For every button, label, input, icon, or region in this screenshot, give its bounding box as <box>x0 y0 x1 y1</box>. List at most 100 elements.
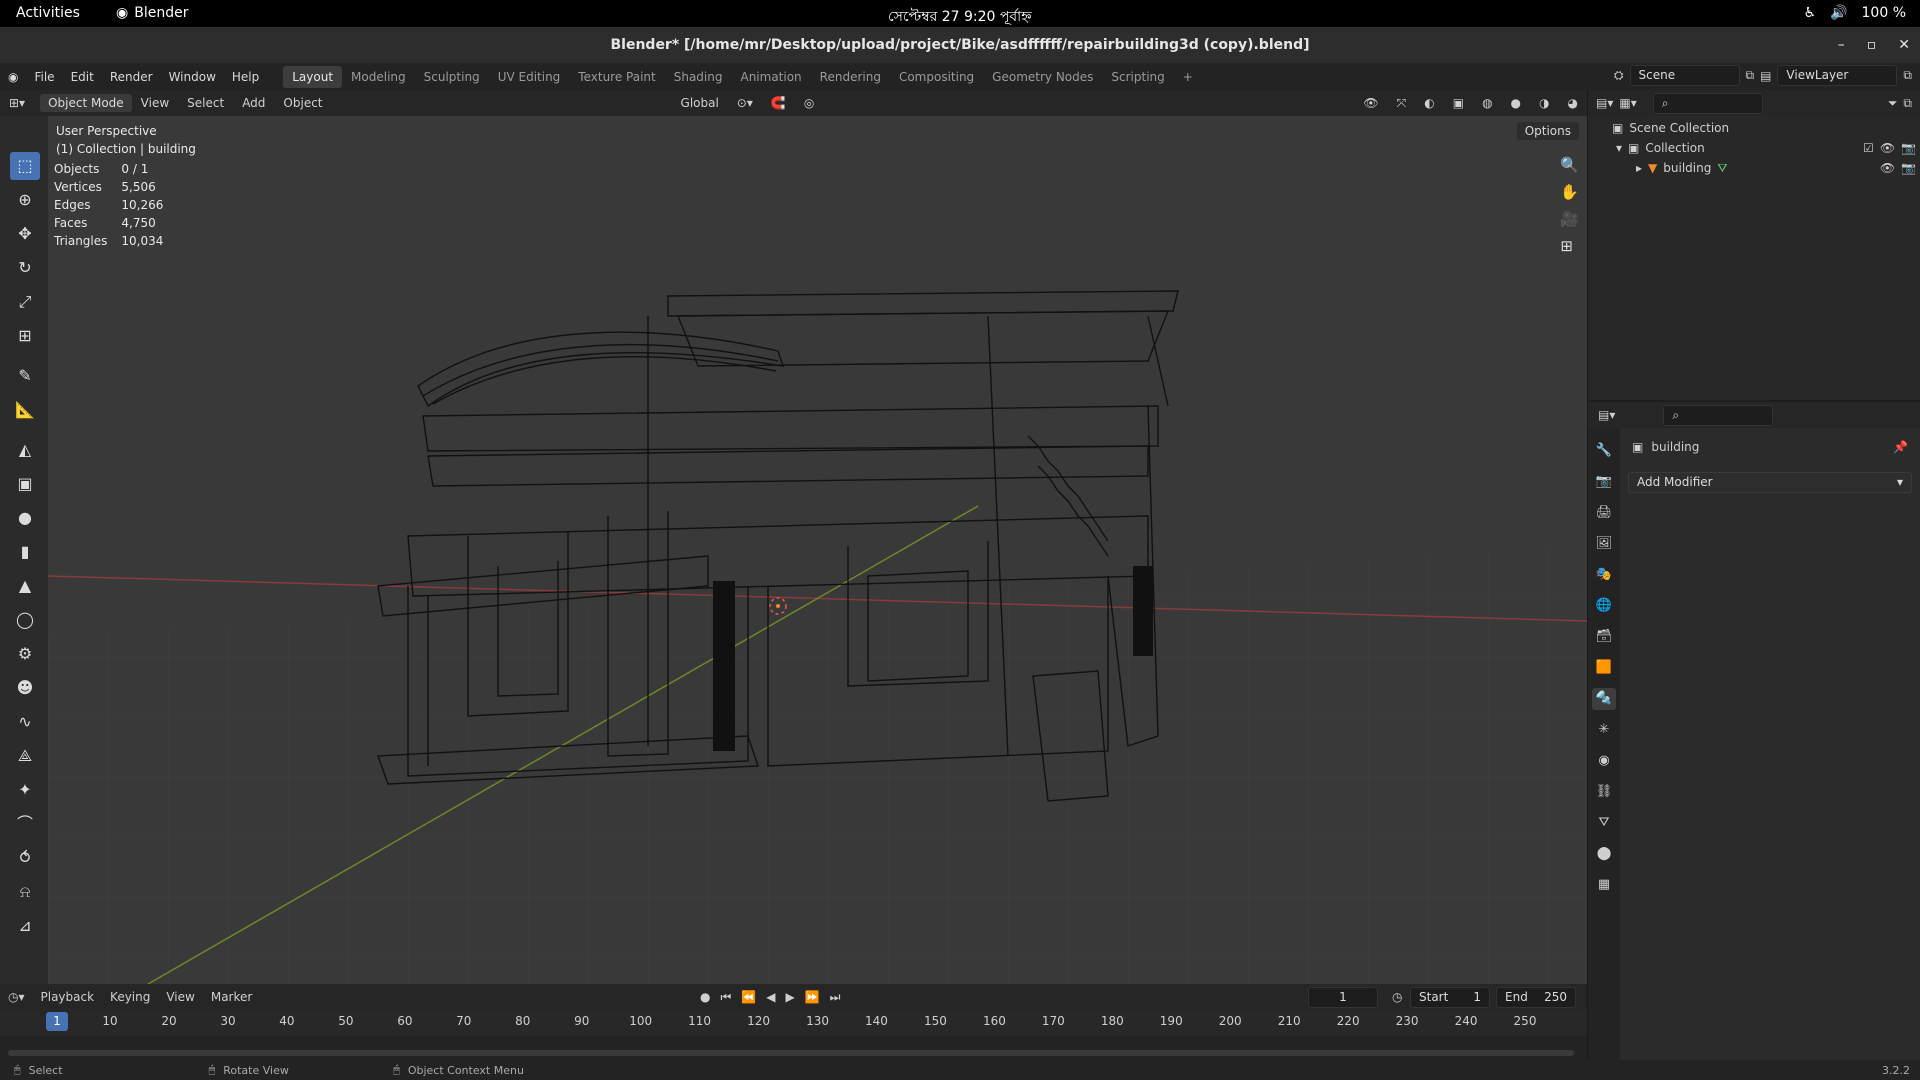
scene-tab-icon[interactable]: 🎭 <box>1592 564 1616 586</box>
view-layer-tab-icon[interactable]: 🖼 <box>1592 533 1616 555</box>
shading-rendered-icon[interactable]: ◕ <box>1559 96 1587 110</box>
tab-scripting[interactable]: Scripting <box>1102 66 1173 88</box>
blender-logo-icon[interactable]: ◉ <box>0 70 26 84</box>
tab-animation[interactable]: Animation <box>731 66 810 88</box>
add-bell-icon[interactable]: ⍾ <box>10 878 40 906</box>
view-layer-icon[interactable]: ▤ <box>1760 69 1771 83</box>
start-frame-field[interactable]: Start 1 <box>1410 986 1490 1008</box>
menu-select[interactable]: Select <box>178 96 233 110</box>
jump-start-icon[interactable]: ⏮ <box>720 990 731 1005</box>
data-tab-icon[interactable]: ⛛ <box>1592 812 1616 834</box>
snap-icon[interactable]: 🧲 <box>762 96 795 110</box>
pan-hand-icon[interactable]: ✋ <box>1560 183 1579 201</box>
add-light-icon[interactable]: ✦ <box>10 776 40 804</box>
add-mesh-icon[interactable]: ⟁ <box>10 742 40 770</box>
material-tab-icon[interactable]: ⬤ <box>1592 843 1616 865</box>
add-torus-icon[interactable]: ◯ <box>10 606 40 634</box>
clock[interactable]: সেপ্টেম্বর 27 9:20 পূর্বাহ্ন <box>888 5 1032 29</box>
proportional-edit-icon[interactable]: ◎ <box>795 96 823 110</box>
frame-ruler[interactable]: 1 10 20 30 40 50 60 70 80 90 100 110 120 130 140 150 160… <box>0 1010 1587 1036</box>
annotate-icon[interactable]: ✎ <box>10 362 40 390</box>
measure-icon[interactable]: 📐 <box>10 396 40 424</box>
outliner-search-input[interactable]: ⌕ <box>1652 92 1763 114</box>
transform-icon[interactable]: ⊞ <box>10 322 40 350</box>
menu-file[interactable]: File <box>26 70 62 84</box>
end-frame-field[interactable]: End 250 <box>1496 986 1576 1008</box>
shading-solid-icon[interactable]: ● <box>1502 96 1530 110</box>
tab-sculpting[interactable]: Sculpting <box>415 66 489 88</box>
add-gear-icon[interactable]: ⚙ <box>10 640 40 668</box>
app-menu[interactable]: ◉ Blender <box>116 5 188 21</box>
tool-tab-icon[interactable]: 🔧 <box>1592 440 1616 462</box>
gizmo-icon[interactable]: ⤧ <box>1388 96 1416 111</box>
checkbox-icon[interactable]: ☑ <box>1863 138 1874 158</box>
shading-material-icon[interactable]: ◑ <box>1530 96 1558 110</box>
rotate-icon[interactable]: ↻ <box>10 254 40 282</box>
select-box-icon[interactable]: ⬚ <box>10 152 40 180</box>
add-arc-icon[interactable]: ⌒ <box>10 810 40 838</box>
add-cone-icon[interactable]: ▲ <box>10 572 40 600</box>
overlay-icon[interactable]: ◐ <box>1415 96 1443 110</box>
building-row[interactable]: ▸ ▼ building ⛛ 👁 📷 <box>1636 158 1916 178</box>
activities-button[interactable]: Activities <box>16 5 80 21</box>
jump-end-icon[interactable]: ⏭ <box>830 990 841 1005</box>
play-reverse-icon[interactable]: ◀ <box>766 990 775 1005</box>
new-collection-icon[interactable]: ⧉ <box>1903 96 1912 111</box>
physics-tab-icon[interactable]: ◉ <box>1592 750 1616 772</box>
tab-uv-editing[interactable]: UV Editing <box>489 66 570 88</box>
render-tab-icon[interactable]: 📷 <box>1592 471 1616 493</box>
display-mode-icon[interactable]: ▦▾ <box>1619 96 1636 110</box>
camera-view-icon[interactable]: 🎥 <box>1560 210 1579 228</box>
ortho-grid-icon[interactable]: ⊞ <box>1560 237 1579 255</box>
new-view-layer-icon[interactable]: ⧉ <box>1903 68 1912 83</box>
add-modifier-dropdown[interactable]: Add Modifier ▾ <box>1628 472 1912 493</box>
eye-icon[interactable]: 👁 <box>1880 138 1895 158</box>
menu-keying[interactable]: Keying <box>102 990 158 1004</box>
move-icon[interactable]: ✥ <box>10 220 40 248</box>
tab-rendering[interactable]: Rendering <box>811 66 890 88</box>
add-sphere-icon[interactable]: ● <box>10 504 40 532</box>
cursor-icon[interactable]: ⊕ <box>10 186 40 214</box>
particles-tab-icon[interactable]: ✳ <box>1592 719 1616 741</box>
texture-tab-icon[interactable]: ▦ <box>1592 874 1616 896</box>
add-workspace-button[interactable]: + <box>1174 66 1202 88</box>
menu-add[interactable]: Add <box>233 96 274 110</box>
editor-type-icon[interactable]: ⊞▾ <box>0 96 34 110</box>
tab-compositing[interactable]: Compositing <box>890 66 983 88</box>
tab-geometry-nodes[interactable]: Geometry Nodes <box>983 66 1102 88</box>
camera-icon[interactable]: 📷 <box>1901 138 1916 158</box>
orientation-dropdown[interactable]: Global <box>672 96 728 110</box>
scene-icon[interactable]: ⛭ <box>1614 68 1624 83</box>
collection-tab-icon[interactable]: 🗃 <box>1592 626 1616 648</box>
zoom-icon[interactable]: 🔍 <box>1560 156 1579 174</box>
expand-arrow-icon[interactable]: ▸ <box>1636 158 1642 178</box>
current-frame-marker[interactable]: 1 <box>46 1012 68 1031</box>
add-pipe-icon[interactable]: ⥀ <box>10 844 40 872</box>
scale-icon[interactable]: ⤢ <box>10 288 40 316</box>
filter-icon[interactable]: ⏷ <box>1888 96 1898 111</box>
menu-object[interactable]: Object <box>274 96 331 110</box>
add-stairs-icon[interactable]: ⊿ <box>10 912 40 940</box>
outliner-editor-icon[interactable]: ▤▾ <box>1596 96 1613 110</box>
output-tab-icon[interactable]: 🖨 <box>1592 502 1616 524</box>
scene-field[interactable]: Scene <box>1629 65 1740 86</box>
eye-icon[interactable]: 👁 <box>1880 158 1895 178</box>
properties-editor-icon[interactable]: ▤▾ <box>1598 408 1615 422</box>
tab-shading[interactable]: Shading <box>665 66 732 88</box>
expand-arrow-icon[interactable]: ▾ <box>1616 138 1622 158</box>
scene-collection-row[interactable]: ▣ Scene Collection <box>1612 118 1729 138</box>
shading-wireframe-icon[interactable]: ◍ <box>1473 96 1501 110</box>
3d-viewport[interactable]: User Perspective (1) Collection | buildi… <box>48 116 1587 984</box>
add-cylinder-icon[interactable]: ▮ <box>10 538 40 566</box>
menu-edit[interactable]: Edit <box>63 70 102 84</box>
menu-help[interactable]: Help <box>224 70 267 84</box>
prev-keyframe-icon[interactable]: ⏪ <box>741 990 756 1005</box>
add-cube-icon[interactable]: ▣ <box>10 470 40 498</box>
visibility-icon[interactable]: 👁 <box>1354 96 1387 110</box>
tab-texture-paint[interactable]: Texture Paint <box>569 66 664 88</box>
menu-timeline-view[interactable]: View <box>158 990 202 1004</box>
add-curve-icon[interactable]: ∿ <box>10 708 40 736</box>
next-keyframe-icon[interactable]: ⏩ <box>805 990 820 1005</box>
options-dropdown[interactable]: Options <box>1516 122 1579 140</box>
add-monkey-icon[interactable]: ☻ <box>10 674 40 702</box>
